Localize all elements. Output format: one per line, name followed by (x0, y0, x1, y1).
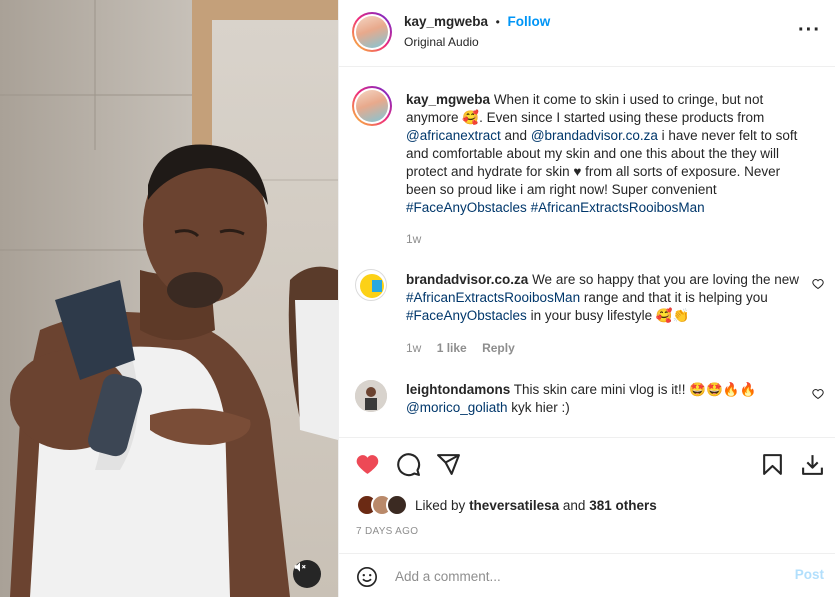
caption-username[interactable]: kay_mgweba (406, 92, 490, 107)
comment-text: in your busy lifestyle 🥰👏 (530, 308, 690, 323)
save-bookmark-icon[interactable] (760, 452, 785, 480)
author-username[interactable]: kay_mgweba (404, 14, 488, 29)
comment-hashtag[interactable]: #AfricanExtractsRooibosMan (406, 290, 580, 305)
mention-brandadvisor[interactable]: @brandadvisor.co.za (531, 128, 658, 143)
others-count[interactable]: 381 others (589, 498, 657, 513)
add-comment-bar: Post (339, 553, 835, 597)
comment-likes[interactable]: 1 like (437, 341, 467, 355)
video-frame (0, 0, 338, 597)
reply-button[interactable]: Reply (482, 341, 515, 355)
hashtag-africanextractsrooibosman[interactable]: #AfricanExtractsRooibosMan (531, 200, 705, 215)
separator-dot: • (495, 15, 500, 29)
comment: brandadvisor.co.za We are so happy that … (406, 271, 811, 325)
comment-text: This skin care mini vlog is it!! 🤩🤩🔥🔥 (513, 382, 757, 397)
comment-bubble-icon[interactable] (396, 452, 421, 480)
liked-by-user[interactable]: theversatilesa (469, 498, 559, 513)
mention-africanextract[interactable]: @africanextract (406, 128, 501, 143)
comment-username[interactable]: leightondamons (406, 382, 510, 397)
emoji-icon[interactable] (356, 566, 378, 591)
comment-text: range and that it is helping you (583, 290, 768, 305)
like-comment-heart-icon[interactable] (812, 278, 824, 293)
liked-by-label: Liked by (415, 497, 466, 513)
post-dialog: kay_mgweba • Follow Original Audio ··· k… (0, 0, 835, 597)
and-label: and (562, 497, 586, 513)
follow-button[interactable]: Follow (508, 14, 551, 29)
caption-meta: 1w (406, 232, 433, 246)
download-icon[interactable] (800, 452, 825, 480)
comment-text: kyk hier :) (511, 400, 570, 415)
caption-time[interactable]: 1w (406, 232, 421, 246)
comment-time[interactable]: 1w (406, 341, 421, 355)
author-avatar[interactable] (352, 12, 392, 52)
post-header: kay_mgweba • Follow Original Audio ··· (339, 0, 835, 67)
caption: kay_mgweba When it come to skin i used t… (406, 91, 811, 217)
more-options-icon[interactable]: ··· (798, 20, 821, 40)
comments-section: kay_mgweba When it come to skin i used t… (339, 67, 835, 437)
comment-input[interactable] (395, 564, 775, 588)
caption-text-and: and (504, 128, 528, 143)
post-date[interactable]: 7 DAYS AGO (356, 526, 418, 537)
post-button[interactable]: Post (795, 567, 824, 582)
comment-hashtag[interactable]: #FaceAnyObstacles (406, 308, 527, 323)
share-send-icon[interactable] (436, 452, 461, 480)
caption-avatar[interactable] (352, 86, 392, 126)
mute-button[interactable] (293, 560, 321, 588)
audio-label[interactable]: Original Audio (404, 35, 479, 49)
comment-meta: 1w 1 like Reply (406, 341, 527, 355)
comment-avatar[interactable] (355, 269, 387, 301)
comment-text: We are so happy that you are loving the … (532, 272, 799, 287)
likes-summary: Liked by theversatilesa and 381 others (356, 494, 657, 516)
comment: leightondamons This skin care mini vlog … (406, 381, 811, 417)
hashtag-faceanyobstacles[interactable]: #FaceAnyObstacles (406, 200, 527, 215)
liker-avatar[interactable] (386, 494, 408, 516)
comment-avatar[interactable] (355, 380, 387, 412)
post-actions: Liked by theversatilesa and 381 others 7… (339, 437, 835, 553)
like-comment-heart-icon[interactable] (812, 388, 824, 403)
comment-username[interactable]: brandadvisor.co.za (406, 272, 528, 287)
post-video[interactable] (0, 0, 338, 597)
mention-morico-goliath[interactable]: @morico_goliath (406, 400, 508, 415)
like-heart-icon[interactable] (355, 452, 380, 480)
post-details-panel: kay_mgweba • Follow Original Audio ··· k… (338, 0, 835, 597)
